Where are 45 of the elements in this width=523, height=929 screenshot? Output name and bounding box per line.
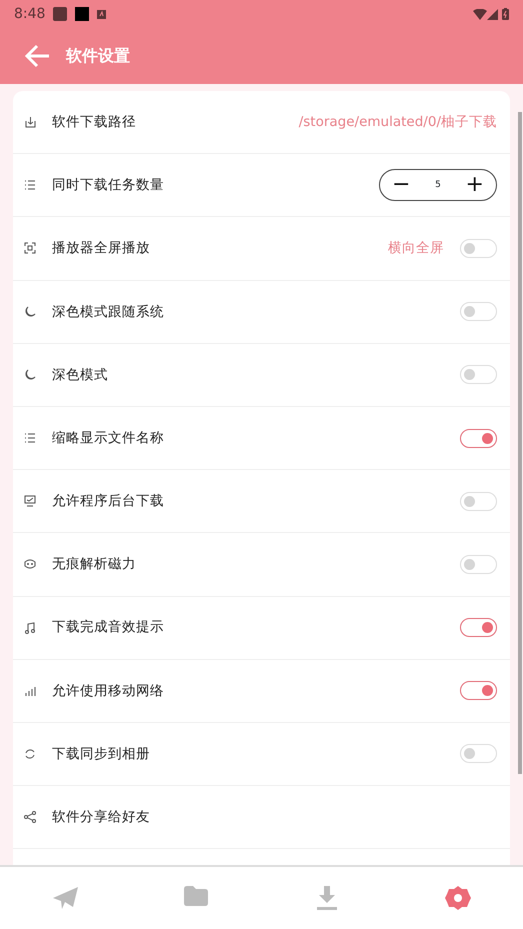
setting-label: 深色模式跟随系统 [52,302,165,322]
setting-label: 缩略显示文件名称 [52,428,165,448]
gear-icon[interactable] [444,885,471,911]
fullscreen-icon [24,242,36,254]
minus-button[interactable]: − [386,174,416,196]
path-value: /storage/emulated/0/柚子下载 [298,112,497,132]
sync-icon [24,748,36,760]
signal-icon [24,684,36,697]
status-time: 8:48 [14,4,46,24]
setting-label: 下载完成音效提示 [52,618,165,638]
back-button[interactable] [24,44,50,68]
monitor-icon [24,495,36,508]
notification-icon [53,7,68,21]
setting-label: 无痕解析磁力 [52,555,137,574]
setting-label: 软件分享给好友 [52,808,151,828]
page-title: 软件设置 [66,45,130,67]
wifi-icon [473,8,487,20]
setting-label: 深色模式 [52,366,109,385]
music-icon [24,622,36,634]
plus-button[interactable]: + [460,174,490,196]
setting-label: 同时下载任务数量 [52,176,165,196]
setting-hint: 横向全屏 [388,239,444,258]
notification-icon [75,7,90,21]
toggle-switch[interactable] [460,681,497,700]
notification-icon [97,10,106,18]
download-icon [24,116,36,128]
list-icon [24,179,36,192]
moon-icon [24,368,36,381]
setting-label: 允许程序后台下载 [52,492,165,512]
moon-icon [24,306,36,318]
stepper-control[interactable]: − 5 + [379,169,497,202]
list-icon [24,432,36,444]
setting-label: 软件下载路径 [52,112,137,132]
setting-label: 下载同步到相册 [52,744,151,764]
toggle-switch[interactable] [460,428,497,448]
toggle-switch[interactable] [460,618,497,638]
mask-icon [24,558,36,570]
stepper-value: 5 [435,178,441,192]
share-row[interactable]: 软件分享给好友 [13,786,510,850]
setting-label: 播放器全屏播放 [52,239,151,258]
setting-label: 允许使用移动网络 [52,682,165,701]
send-icon[interactable] [52,885,78,911]
battery-icon [502,8,509,20]
share-icon [24,811,36,824]
signal-icon [487,8,498,20]
